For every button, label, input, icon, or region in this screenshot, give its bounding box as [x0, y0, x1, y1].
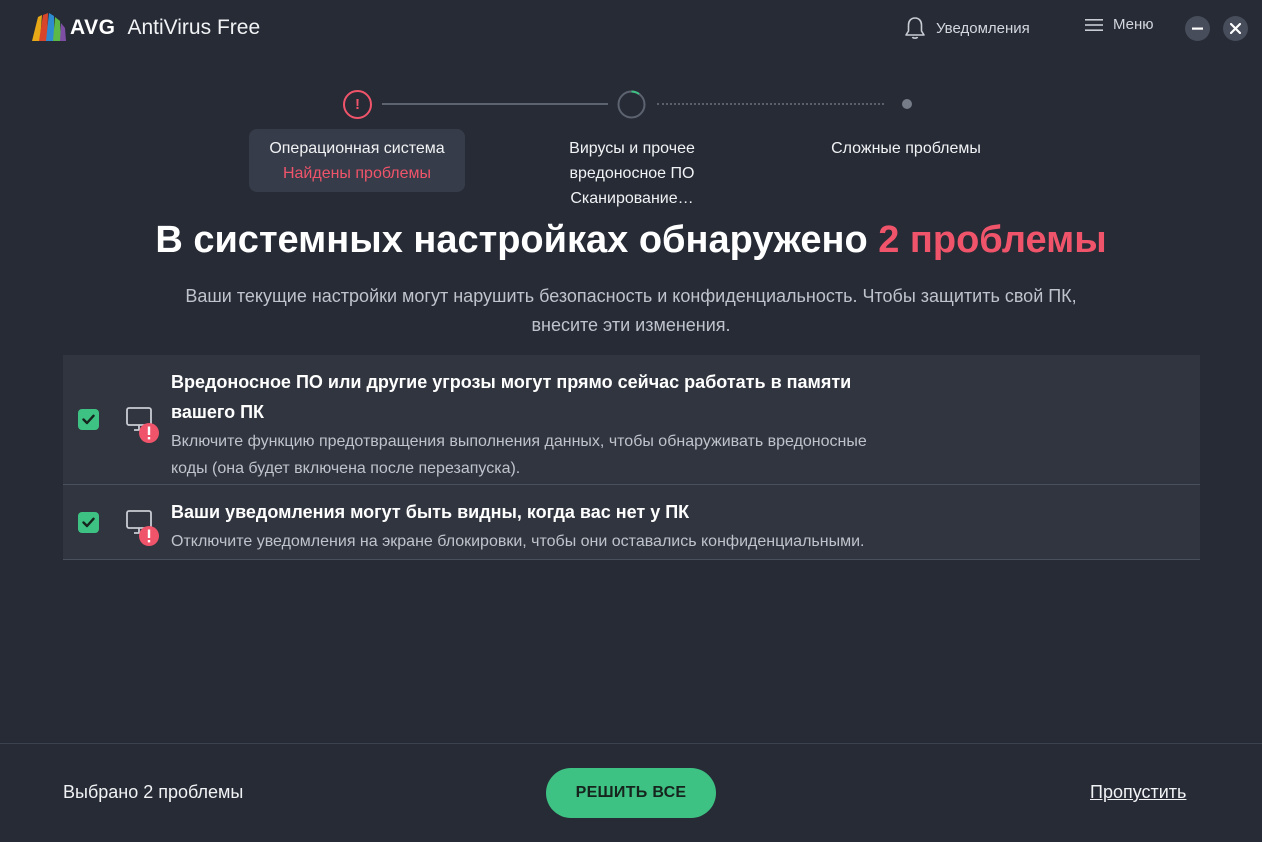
- step-title: Операционная система: [269, 140, 445, 157]
- hamburger-menu-icon: [1085, 18, 1103, 31]
- page-title: В системных настройках обнаружено 2 проб…: [0, 219, 1262, 262]
- page-subtitle: Ваши текущие настройки могут нарушить бе…: [110, 282, 1152, 340]
- issue-description: Включите функцию предотвращения выполнен…: [171, 428, 991, 482]
- notifications-label: Уведомления: [936, 19, 1030, 37]
- step-os-warning-icon: !: [343, 90, 372, 119]
- selected-count: Выбрано 2 проблемы: [63, 782, 244, 802]
- close-icon: [1230, 23, 1241, 34]
- issue-checkbox[interactable]: [78, 409, 99, 430]
- stepper-connector: [382, 103, 608, 105]
- stepper-connector-pending: [657, 103, 884, 105]
- step-title: Сложные проблемы: [831, 140, 981, 157]
- checkmark-icon: [82, 414, 95, 425]
- menu-label: Меню: [1113, 16, 1154, 33]
- solve-all-button[interactable]: РЕШИТЬ ВСЕ: [546, 768, 716, 818]
- step-operating-system[interactable]: Операционная система Найдены проблемы: [249, 129, 465, 192]
- notifications-button[interactable]: Уведомления: [904, 16, 1030, 40]
- list-item[interactable]: Ваши уведомления могут быть видны, когда…: [63, 485, 1200, 560]
- app-product-name: AntiVirus Free: [127, 16, 261, 39]
- issue-title-line1: Вредоносное ПО или другие угрозы могут п…: [171, 372, 852, 392]
- app-brand: AVG: [70, 16, 116, 39]
- step-title-line1: Вирусы и прочее: [569, 140, 695, 157]
- menu-button[interactable]: Меню: [1085, 16, 1154, 33]
- issues-list: Вредоносное ПО или другие угрозы могут п…: [63, 355, 1200, 560]
- avg-logo-icon: [32, 13, 66, 41]
- footer-divider: [0, 743, 1262, 744]
- page-title-count: 2 проблемы: [878, 219, 1107, 261]
- issue-title: Вредоносное ПО или другие угрозы могут п…: [171, 367, 991, 427]
- page-title-prefix: В системных настройках обнаружено: [155, 219, 868, 261]
- step-scan-progress-icon: [617, 90, 646, 119]
- step-title-line2: вредоносное ПО: [569, 165, 695, 182]
- issue-title: Ваши уведомления могут быть видны, когда…: [171, 502, 690, 522]
- minimize-icon: [1192, 27, 1203, 30]
- app-logo: AVG AntiVirus Free: [30, 11, 260, 45]
- issue-description: Отключите уведомления на экране блокиров…: [171, 533, 865, 550]
- step-status: Сканирование…: [570, 190, 694, 207]
- subtitle-line2: внесите эти изменения.: [531, 315, 731, 335]
- checkmark-icon: [82, 517, 95, 528]
- issue-checkbox[interactable]: [78, 512, 99, 533]
- monitor-warning-icon: [126, 510, 159, 546]
- issue-title-line2: вашего ПК: [171, 402, 265, 422]
- bell-icon: [905, 17, 925, 39]
- issue-desc-line1: Включите функцию предотвращения выполнен…: [171, 433, 867, 450]
- title-bar: AVG AntiVirus Free Уведомления Меню: [0, 0, 1262, 58]
- step-status: Найдены проблемы: [282, 165, 432, 182]
- step-advanced-issues: Сложные проблемы: [796, 136, 1016, 161]
- minimize-button[interactable]: [1185, 16, 1210, 41]
- step-viruses: Вирусы и прочее вредоносное ПО Сканирова…: [547, 136, 717, 211]
- skip-link[interactable]: Пропустить: [1090, 782, 1186, 803]
- subtitle-line1: Ваши текущие настройки могут нарушить бе…: [185, 286, 1077, 306]
- issue-text: Ваши уведомления могут быть видны, когда…: [171, 497, 991, 555]
- issue-text: Вредоносное ПО или другие угрозы могут п…: [171, 367, 991, 482]
- monitor-warning-icon: [126, 407, 159, 443]
- issue-desc-line2: коды (она будет включена после перезапус…: [171, 460, 521, 477]
- list-item[interactable]: Вредоносное ПО или другие угрозы могут п…: [63, 355, 1200, 485]
- close-button[interactable]: [1223, 16, 1248, 41]
- step-pending-dot-icon: [902, 99, 912, 109]
